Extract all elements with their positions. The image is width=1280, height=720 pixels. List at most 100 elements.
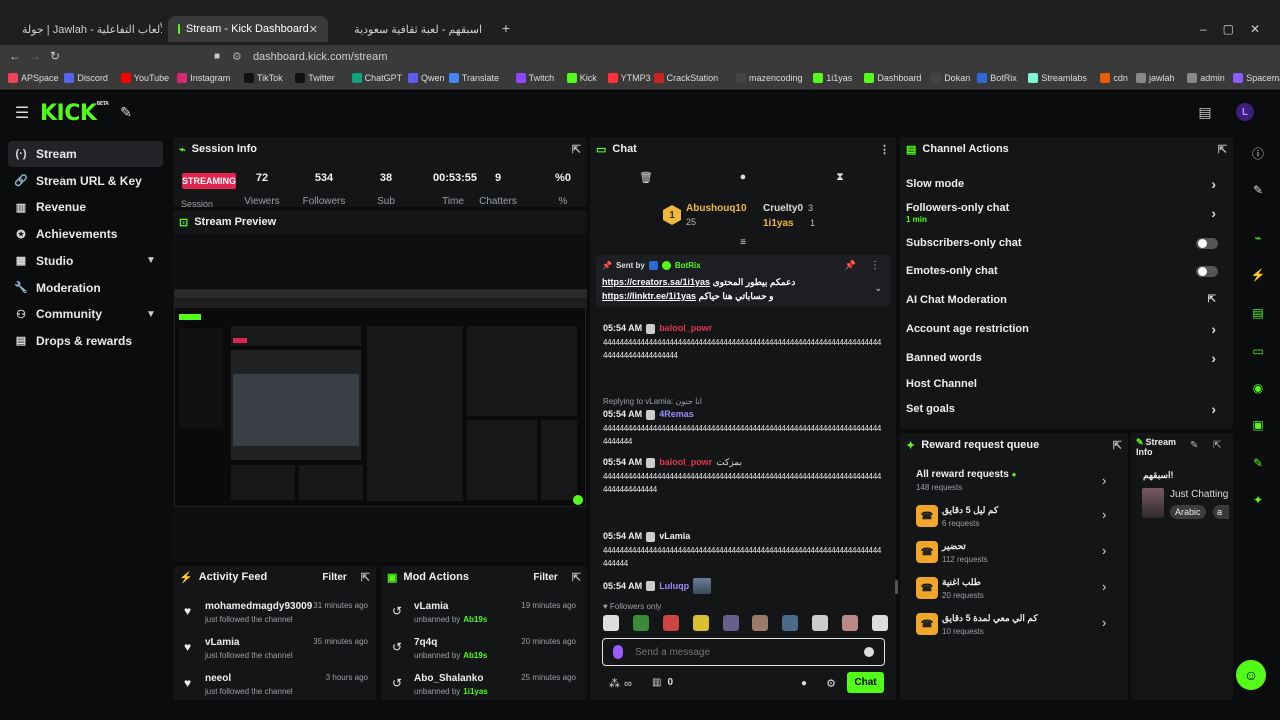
- pinned-more-icon[interactable]: ⋮: [870, 260, 880, 271]
- window-controls[interactable]: –▢✕: [1200, 22, 1276, 36]
- message-username[interactable]: 4Remas: [659, 408, 694, 421]
- feed-username[interactable]: neeol: [205, 673, 231, 684]
- stream-category[interactable]: Just Chatting: [1170, 489, 1228, 500]
- mod-filter-button[interactable]: Filter: [533, 572, 557, 583]
- popout-icon[interactable]: ⇱: [572, 143, 581, 156]
- store-count[interactable]: ▥ 0: [652, 677, 673, 688]
- tab-kick-dashboard[interactable]: Stream - Kick Dashboard ✕: [168, 16, 328, 42]
- message-username[interactable]: Luluqp: [659, 580, 689, 593]
- chevron-right-icon[interactable]: ›: [1211, 205, 1216, 221]
- pinned-sender[interactable]: BotRix: [675, 261, 701, 270]
- url-field[interactable]: ⚙ dashboard.kick.com/stream: [232, 47, 992, 67]
- channel-action-ai-chat-moderation[interactable]: AI Chat Moderation ⇱: [906, 294, 1226, 310]
- reward-item[interactable]: ☎ كم الي معي لمدة 5 دقايق 10 requests ›: [916, 613, 1126, 639]
- emote-button[interactable]: [812, 615, 829, 631]
- reply-context[interactable]: Replying to vLamia: انا حنون: [603, 397, 702, 406]
- info-icon[interactable]: ⓘ: [1245, 140, 1271, 166]
- popout-icon[interactable]: ⇱: [1218, 143, 1227, 156]
- pinned-link-2[interactable]: https://linktr.ee/1i1yas: [602, 291, 696, 301]
- bookmark-1i1yas[interactable]: 1i1yas: [813, 73, 852, 83]
- session-icon[interactable]: ⌁: [1245, 225, 1271, 251]
- reward-item[interactable]: ☎ كم ليل 5 دقايق 6 requests ›: [916, 505, 1126, 531]
- mod-target-username[interactable]: Abo_Shalanko: [414, 673, 483, 684]
- chat-more-icon[interactable]: ⋮: [879, 143, 890, 156]
- new-tab-icon[interactable]: +: [498, 20, 514, 36]
- chat-message-input[interactable]: [635, 643, 845, 661]
- points-display[interactable]: ⁂ ∞: [609, 677, 632, 691]
- sidebar-item-drops-rewards[interactable]: ▤ Drops & rewards: [8, 328, 163, 354]
- bookmark-icon[interactable]: ■: [210, 49, 224, 63]
- channel-action-host-channel[interactable]: Host Channel: [906, 378, 1226, 394]
- rewards-icon[interactable]: ✦: [1245, 487, 1271, 513]
- chat-bubble-icon[interactable]: ●: [736, 171, 750, 183]
- emote-button[interactable]: [632, 615, 649, 631]
- leader-name[interactable]: Cruelty0: [763, 203, 803, 214]
- stream-preview-video[interactable]: [174, 289, 587, 507]
- emote-button[interactable]: [782, 615, 799, 631]
- community-expand-icon[interactable]: ▼: [146, 309, 156, 320]
- activity-filter-button[interactable]: Filter: [322, 572, 346, 583]
- chevron-right-icon[interactable]: ›: [1211, 321, 1216, 337]
- mod-by-username[interactable]: 1i1yas: [463, 687, 487, 696]
- channel-action-followers-only-chat[interactable]: Followers-only chat 1 min ›: [906, 202, 1226, 224]
- bookmark-dashboard[interactable]: Dashboard: [864, 73, 921, 83]
- unpin-icon[interactable]: 📌: [845, 260, 856, 271]
- bookmark-ytmp3[interactable]: YTMP3: [607, 73, 651, 83]
- menu-icon[interactable]: ☰: [14, 105, 30, 122]
- bookmark-instagram[interactable]: Instagram: [177, 73, 230, 83]
- emote-button[interactable]: [871, 615, 888, 631]
- tab-asbaqhum[interactable]: اسبقهم - لعبة ثقافية سعودية: [332, 16, 492, 42]
- bookmark-mazencoding[interactable]: mazencoding: [736, 73, 803, 83]
- emote-button[interactable]: [662, 615, 679, 631]
- bookmark-youtube[interactable]: YouTube: [120, 73, 169, 83]
- bookmark-kick[interactable]: Kick: [566, 73, 597, 83]
- message-username[interactable]: vLamia: [659, 530, 690, 543]
- close-tab-icon[interactable]: ✕: [309, 23, 318, 36]
- bookmark-streamlabs[interactable]: Streamlabs: [1028, 73, 1087, 83]
- leader-name[interactable]: 1i1yas: [763, 218, 794, 229]
- bookmark-twitter[interactable]: Twitter: [295, 73, 335, 83]
- edit-icon[interactable]: ✎: [1245, 177, 1271, 203]
- popout-icon[interactable]: ⇱: [1113, 439, 1122, 452]
- pinned-link-1[interactable]: https://creators.sa/1i1yas: [602, 277, 710, 287]
- toggle-switch[interactable]: [1196, 266, 1218, 277]
- kick-logo[interactable]: KICKBETA: [40, 101, 109, 126]
- reload-icon[interactable]: ↻: [48, 49, 62, 63]
- leader-name[interactable]: Abushouq10: [686, 203, 747, 214]
- chat-icon[interactable]: ▭: [1245, 338, 1271, 364]
- sidebar-item-moderation[interactable]: 🔧 Moderation: [8, 275, 163, 301]
- channel-action-account-age-restriction[interactable]: Account age restriction ›: [906, 321, 1226, 339]
- feed-username[interactable]: vLamia: [205, 637, 239, 648]
- emote-button[interactable]: [692, 615, 709, 631]
- bookmark-translate[interactable]: Translate: [448, 73, 499, 83]
- chevron-right-icon[interactable]: ›: [1102, 507, 1106, 522]
- channel-action-set-goals[interactable]: Set goals ›: [906, 401, 1226, 419]
- bookmark-botrix[interactable]: BotRix: [977, 73, 1017, 83]
- settings-icon[interactable]: ⚙: [825, 677, 837, 690]
- emote-button[interactable]: [603, 615, 619, 631]
- bookmark-discord[interactable]: Discord: [64, 73, 108, 83]
- chat-input-box[interactable]: [602, 638, 885, 666]
- message-username[interactable]: balool_powr: [659, 322, 712, 335]
- channel-action-emotes-only-chat[interactable]: Emotes-only chat: [906, 265, 1226, 281]
- chevron-right-icon[interactable]: ›: [1102, 543, 1106, 558]
- notes-icon[interactable]: ▤: [1245, 300, 1271, 326]
- tab-jawlah[interactable]: جولة | Jawlah - منصة الألعاب التفاعلية: [12, 16, 162, 42]
- chat-collapse-icon[interactable]: ≡: [737, 237, 749, 248]
- popout-icon[interactable]: ⇱: [572, 571, 581, 584]
- pin-icon[interactable]: ✎: [118, 104, 134, 120]
- pinned-expand-icon[interactable]: ⌄: [874, 283, 882, 294]
- forward-icon[interactable]: →: [28, 49, 42, 63]
- emoji-icon[interactable]: [864, 647, 874, 657]
- mic-icon[interactable]: [613, 645, 623, 659]
- hourglass-icon[interactable]: ⧗: [834, 171, 846, 183]
- chevron-right-icon[interactable]: ›: [1211, 176, 1216, 192]
- mod-by-username[interactable]: Ab19s: [463, 651, 487, 660]
- bookmark-qwen[interactable]: Qwen: [408, 73, 445, 83]
- support-button[interactable]: ☺: [1236, 660, 1266, 690]
- all-reward-requests[interactable]: All reward requests ●: [916, 469, 1016, 480]
- chevron-right-icon[interactable]: ›: [1102, 615, 1106, 630]
- bookmark-jawlah[interactable]: jawlah: [1136, 73, 1175, 83]
- site-info-icon[interactable]: ⚙: [232, 51, 242, 63]
- reward-item[interactable]: ☎ طلب اغنية 20 requests ›: [916, 577, 1126, 603]
